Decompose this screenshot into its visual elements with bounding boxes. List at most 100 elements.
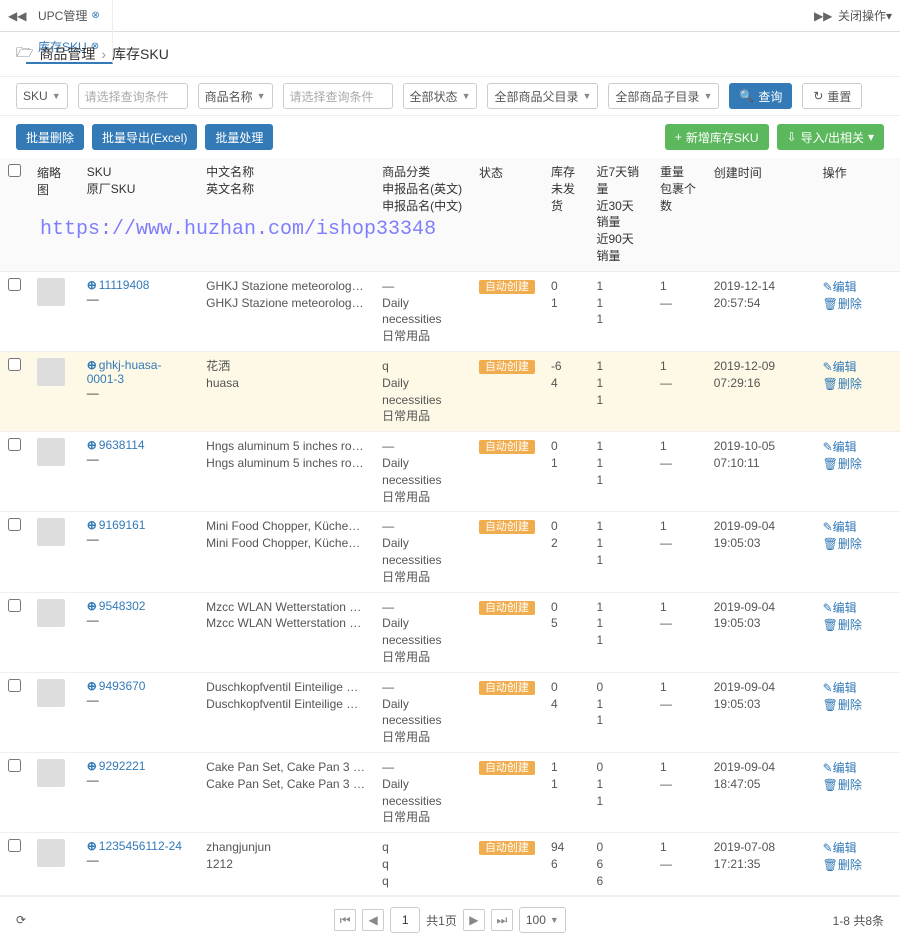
thumbnail[interactable] <box>37 759 65 787</box>
delete-link[interactable]: 🗑删除 <box>823 297 862 311</box>
edit-link[interactable]: ✎编辑 <box>823 841 857 855</box>
page-input[interactable] <box>390 907 420 933</box>
created-time: 2019-10-05 07:10:11 <box>706 432 815 512</box>
delete-link[interactable]: 🗑删除 <box>823 377 862 391</box>
edit-icon: ✎ <box>823 520 833 534</box>
thumbnail[interactable] <box>37 358 65 386</box>
status-badge: 自动创建 <box>479 520 535 534</box>
sku-link[interactable]: ghkj-huasa-0001-3 <box>87 358 162 386</box>
edit-link[interactable]: ✎编辑 <box>823 520 857 534</box>
child-cat-select[interactable]: 全部商品子目录▼ <box>608 83 719 109</box>
status-badge: 自动创建 <box>479 761 535 775</box>
row-checkbox[interactable] <box>8 759 21 772</box>
table-row: ⊕9493670— Duschkopfventil Einteilige Mes… <box>0 672 900 752</box>
edit-link[interactable]: ✎编辑 <box>823 601 857 615</box>
row-checkbox[interactable] <box>8 679 21 692</box>
expand-icon[interactable]: ⊕ <box>87 278 97 292</box>
edit-link[interactable]: ✎编辑 <box>823 280 857 294</box>
delete-link[interactable]: 🗑删除 <box>823 457 862 471</box>
edit-link[interactable]: ✎编辑 <box>823 360 857 374</box>
delete-link[interactable]: 🗑删除 <box>823 778 862 792</box>
delete-link[interactable]: 🗑删除 <box>823 618 862 632</box>
batch-delete-button[interactable]: 批量删除 <box>16 124 84 150</box>
expand-icon[interactable]: ⊕ <box>87 599 97 613</box>
edit-link[interactable]: ✎编辑 <box>823 761 857 775</box>
name-select[interactable]: 商品名称▼ <box>198 83 273 109</box>
delete-link[interactable]: 🗑删除 <box>823 858 862 872</box>
thumbnail[interactable] <box>37 278 65 306</box>
refresh-icon[interactable]: ⟳ <box>16 913 26 927</box>
expand-icon[interactable]: ⊕ <box>87 358 97 372</box>
total-pages-text: 共1页 <box>426 912 457 929</box>
edit-link[interactable]: ✎编辑 <box>823 681 857 695</box>
name-input[interactable]: 请选择查询条件 <box>283 83 393 109</box>
created-time: 2019-09-04 18:47:05 <box>706 752 815 832</box>
table-row: ⊕9548302— Mzcc WLAN Wetterstation mit Wi… <box>0 592 900 672</box>
thumbnail[interactable] <box>37 599 65 627</box>
search-button[interactable]: 🔍查询 <box>729 83 792 109</box>
table-row: ⊕9638114— Hngs aluminum 5 inches round w… <box>0 432 900 512</box>
import-export-button[interactable]: ⇩导入/出相关▾ <box>777 124 884 150</box>
row-checkbox[interactable] <box>8 839 21 852</box>
sku-link[interactable]: 11119408 <box>99 278 150 292</box>
batch-process-button[interactable]: 批量处理 <box>205 124 273 150</box>
sku-link[interactable]: 9548302 <box>99 599 146 613</box>
tabs-prev[interactable]: ◀◀ <box>8 9 26 23</box>
sku-link[interactable]: 9292221 <box>99 759 146 773</box>
thumbnail[interactable] <box>37 438 65 466</box>
next-page-button[interactable]: ▶ <box>463 909 485 931</box>
parent-cat-select[interactable]: 全部商品父目录▼ <box>487 83 598 109</box>
tabs-next[interactable]: ▶▶ <box>814 9 832 23</box>
sku-link[interactable]: 9493670 <box>99 679 146 693</box>
edit-icon: ✎ <box>823 841 833 855</box>
expand-icon[interactable]: ⊕ <box>87 518 97 532</box>
expand-icon[interactable]: ⊕ <box>87 679 97 693</box>
sku-link[interactable]: 9169161 <box>99 518 146 532</box>
row-checkbox[interactable] <box>8 438 21 451</box>
breadcrumb-a[interactable]: 商品管理 <box>39 44 95 64</box>
expand-icon[interactable]: ⊕ <box>87 759 97 773</box>
edit-icon: ✎ <box>823 601 833 615</box>
col-sales: 近7天销量 近30天销量 近90天销量 <box>588 158 652 271</box>
trash-icon: 🗑 <box>823 457 838 471</box>
edit-link[interactable]: ✎编辑 <box>823 440 857 454</box>
tab[interactable]: UPC管理⊗ <box>26 0 113 32</box>
status-select[interactable]: 全部状态▼ <box>403 83 478 109</box>
delete-link[interactable]: 🗑删除 <box>823 698 862 712</box>
page-size-select[interactable]: 100▼ <box>519 907 566 933</box>
trash-icon: 🗑 <box>823 537 838 551</box>
expand-icon[interactable]: ⊕ <box>87 839 97 853</box>
first-page-button[interactable]: ⏮ <box>334 909 356 931</box>
col-stock: 库存 未发货 <box>543 158 589 271</box>
thumbnail[interactable] <box>37 679 65 707</box>
add-sku-button[interactable]: +新增库存SKU <box>665 124 769 150</box>
row-checkbox[interactable] <box>8 518 21 531</box>
pager-summary: 1-8 共8条 <box>833 912 884 929</box>
query-input[interactable]: 请选择查询条件 <box>78 83 188 109</box>
edit-icon: ✎ <box>823 440 833 454</box>
sku-link[interactable]: 1235456112-24 <box>99 839 182 853</box>
sku-select[interactable]: SKU▼ <box>16 83 68 109</box>
col-sku: SKU 原厂SKU <box>79 158 198 271</box>
close-icon[interactable]: ⊗ <box>91 0 99 32</box>
thumbnail[interactable] <box>37 839 65 867</box>
created-time: 2019-09-04 19:05:03 <box>706 512 815 592</box>
batch-export-button[interactable]: 批量导出(Excel) <box>92 124 197 150</box>
thumbnail[interactable] <box>37 518 65 546</box>
created-time: 2019-07-08 17:21:35 <box>706 833 815 896</box>
created-time: 2019-09-04 19:05:03 <box>706 672 815 752</box>
last-page-button[interactable]: ⏭ <box>491 909 513 931</box>
close-ops-dropdown[interactable]: 关闭操作▾ <box>838 7 892 24</box>
select-all-checkbox[interactable] <box>8 164 21 177</box>
prev-page-button[interactable]: ◀ <box>362 909 384 931</box>
delete-link[interactable]: 🗑删除 <box>823 537 862 551</box>
expand-icon[interactable]: ⊕ <box>87 438 97 452</box>
col-time: 创建时间 <box>706 158 815 271</box>
status-badge: 自动创建 <box>479 681 535 695</box>
reset-button[interactable]: ↻重置 <box>802 83 862 109</box>
row-checkbox[interactable] <box>8 599 21 612</box>
row-checkbox[interactable] <box>8 278 21 291</box>
row-checkbox[interactable] <box>8 358 21 371</box>
sku-link[interactable]: 9638114 <box>99 438 145 452</box>
trash-icon: 🗑 <box>823 377 838 391</box>
